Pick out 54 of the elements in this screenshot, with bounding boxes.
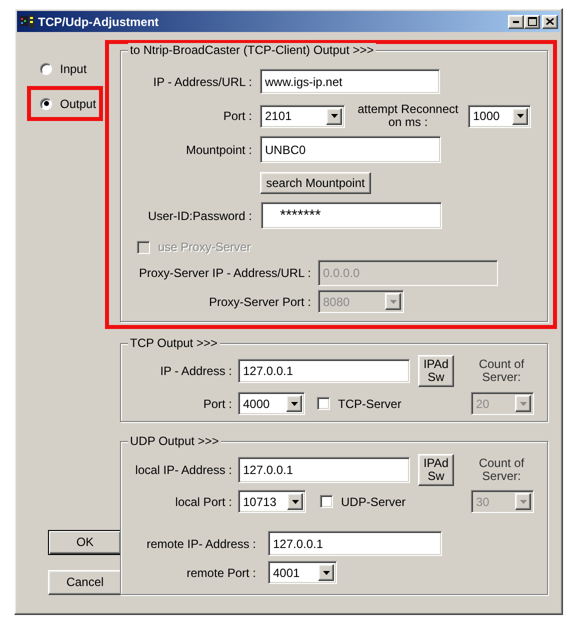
password-field[interactable]: ******* <box>261 202 442 229</box>
field-label: Proxy-Server IP - Address/URL : <box>138 266 311 280</box>
group-title: UDP Output >>> <box>128 434 221 449</box>
text-field[interactable]: 127.0.0.1 <box>268 531 442 556</box>
ipad-button[interactable]: IPAd Sw <box>418 454 454 486</box>
field-label: attempt Reconnect on ms : <box>356 103 460 129</box>
text-field[interactable]: UNBC0 <box>260 136 441 163</box>
search-button[interactable]: search Mountpoint <box>260 172 371 194</box>
window-title: TCP/Udp-Adjustment <box>38 14 160 28</box>
dialog-button[interactable]: OK <box>48 530 122 555</box>
combo-box[interactable]: 4000 <box>238 392 305 415</box>
combo-box[interactable]: 2101 <box>260 104 345 128</box>
maximize-button[interactable] <box>524 14 540 28</box>
minimize-button[interactable] <box>508 14 524 28</box>
dropdown-arrow-icon <box>290 402 298 406</box>
dialog-button[interactable]: Cancel <box>48 570 122 595</box>
group-title: TCP Output >>> <box>128 336 220 351</box>
text-field[interactable]: www.igs-ip.net <box>260 69 440 94</box>
field-label: Mountpoint : <box>184 142 252 156</box>
checkbox[interactable]: UDP-Server <box>320 494 406 508</box>
field-label: IP - Address : <box>159 364 232 378</box>
field-label: Proxy-Server Port : <box>208 294 311 308</box>
group-title: to Ntrip-BroadCaster (TCP-Client) Output >>> <box>128 43 376 58</box>
field-label: remote IP- Address : <box>146 536 256 550</box>
combo-box[interactable]: 1000 <box>468 104 531 128</box>
dropdown-arrow-icon <box>520 402 526 406</box>
radio-button[interactable]: Input <box>40 62 87 76</box>
maximize-icon <box>528 17 536 26</box>
field-label: Port : <box>202 396 232 410</box>
dropdown-arrow-icon <box>390 300 396 304</box>
field-label: IP - Address/URL : <box>152 74 252 88</box>
field-label: remote Port : <box>186 566 256 580</box>
minimize-icon <box>513 20 519 22</box>
field-label: Port : <box>222 109 252 123</box>
radio-button[interactable]: Output <box>40 96 96 110</box>
ipad-button[interactable]: IPAd Sw <box>418 355 454 387</box>
app-icon <box>20 15 34 28</box>
dropdown-arrow-icon <box>330 114 338 118</box>
field-label: User-ID:Password : <box>146 208 252 222</box>
combo-box[interactable]: 10713 <box>238 490 306 513</box>
combo-box[interactable]: 4001 <box>268 561 337 584</box>
field-label: local Port : <box>174 494 232 508</box>
dropdown-arrow-icon <box>516 114 524 118</box>
dropdown-arrow-icon <box>292 500 298 504</box>
close-button[interactable] <box>542 14 558 28</box>
field-label: Count of Server: <box>478 457 526 483</box>
dropdown-arrow-icon <box>520 500 526 504</box>
close-icon <box>546 18 554 25</box>
dropdown-arrow-icon <box>322 570 330 574</box>
text-field[interactable]: 127.0.0.1 <box>238 359 410 383</box>
field-label: Count of Server: <box>478 358 526 384</box>
text-field[interactable]: 127.0.0.1 <box>238 457 410 483</box>
checkbox[interactable]: TCP-Server <box>317 396 402 410</box>
field-label: local IP- Address : <box>134 463 232 477</box>
